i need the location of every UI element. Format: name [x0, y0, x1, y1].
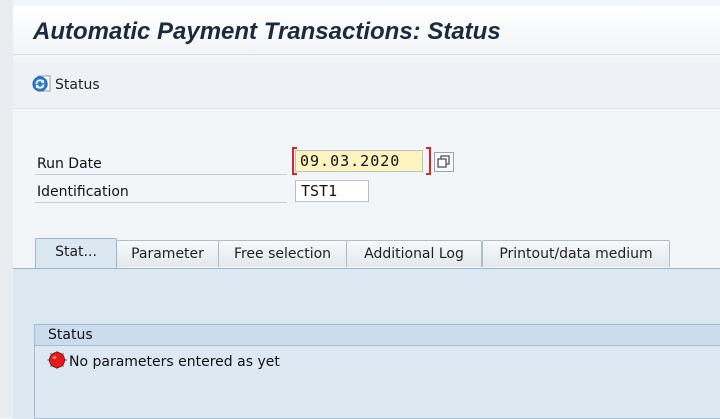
status-button-label: Status: [55, 77, 100, 93]
left-edge-strip: [0, 0, 13, 418]
page-title: Automatic Payment Transactions: Status: [33, 18, 501, 45]
red-light-icon: [47, 351, 67, 373]
identification-field[interactable]: TST1: [295, 180, 369, 202]
run-date-field[interactable]: 09.03.2020: [295, 150, 423, 172]
title-bar: Automatic Payment Transactions: Status: [13, 6, 720, 55]
value-help-button[interactable]: [434, 152, 454, 172]
tab-printout-data-medium[interactable]: Printout/data medium: [482, 240, 670, 267]
copy-icon: [437, 155, 450, 168]
status-group-title: Status: [35, 325, 720, 346]
tab-additional-log[interactable]: Additional Log: [346, 240, 482, 267]
refresh-status-icon: [31, 72, 53, 98]
tab-status[interactable]: Stat...: [35, 238, 117, 268]
status-message-text: No parameters entered as yet: [69, 354, 280, 370]
status-group-box: Status No parameters entered as yet: [34, 324, 720, 419]
application-toolbar: Status: [13, 62, 720, 109]
tabstrip: Stat... Parameter Free selection Additio…: [13, 238, 720, 268]
status-button[interactable]: Status: [31, 74, 100, 96]
tab-free-selection[interactable]: Free selection: [218, 240, 347, 267]
tab-parameter[interactable]: Parameter: [116, 240, 219, 267]
required-marker-right: [426, 147, 431, 175]
main-content: Run Date 09.03.2020 Identification TST1 …: [13, 109, 720, 419]
status-message: No parameters entered as yet: [47, 351, 280, 373]
identification-label: Identification: [35, 182, 287, 203]
tab-panel: Status No parameters entered as yet: [13, 268, 720, 419]
run-date-label: Run Date: [35, 154, 287, 175]
